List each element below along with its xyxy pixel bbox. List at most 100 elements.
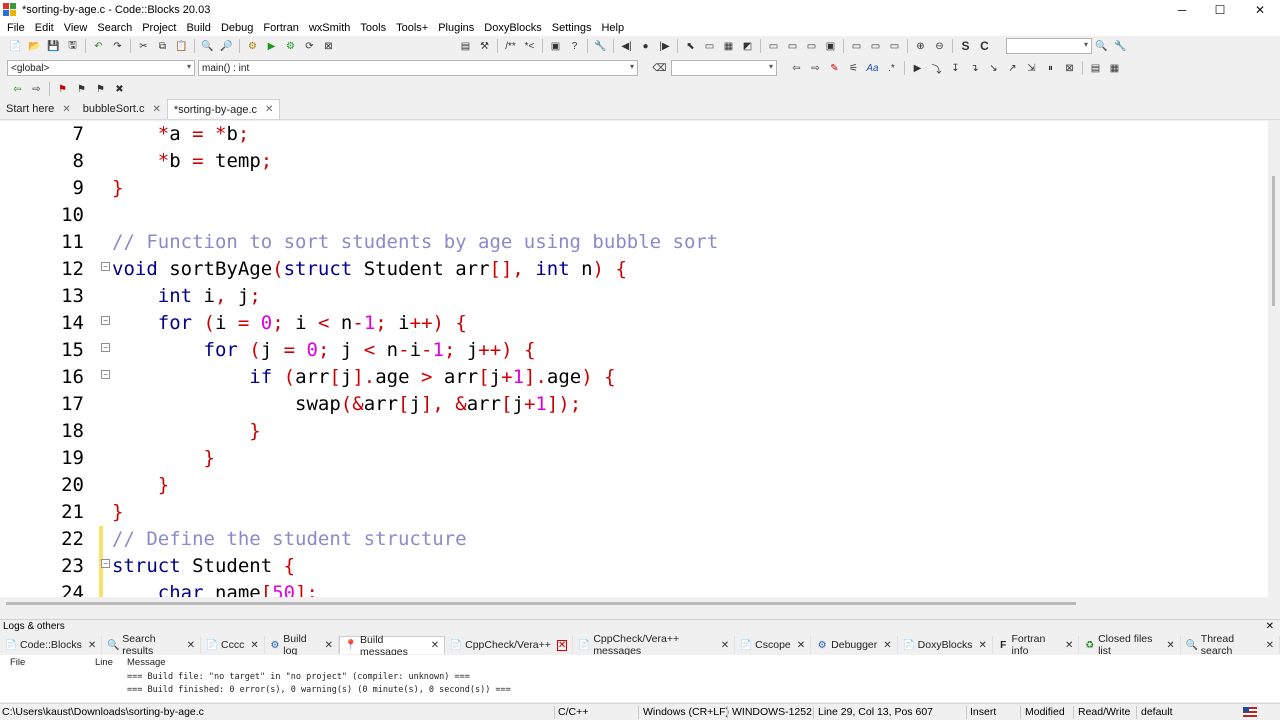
- save-icon[interactable]: 💾: [46, 39, 62, 53]
- close-tab-icon[interactable]: ✕: [883, 640, 891, 651]
- editor-horizontal-scrollbar[interactable]: [0, 597, 1268, 609]
- settings-search-icon[interactable]: 🔧: [1113, 39, 1129, 53]
- wx-box-3-icon[interactable]: ▭: [887, 39, 903, 53]
- wx-sizer-2-icon[interactable]: ▭: [785, 39, 801, 53]
- open-file-icon[interactable]: 📂: [27, 39, 43, 53]
- close-tab-icon[interactable]: ✕: [88, 640, 96, 651]
- menu-debug[interactable]: Debug: [216, 22, 258, 34]
- build-and-run-icon[interactable]: ⚙: [283, 39, 299, 53]
- step-forward-icon[interactable]: |▶: [657, 39, 673, 53]
- close-tab-icon[interactable]: ✕: [325, 640, 333, 651]
- bookmark-prev-flag-icon[interactable]: ⚑: [74, 82, 90, 96]
- close-tab-icon[interactable]: ✕: [721, 640, 729, 651]
- line-comment-icon[interactable]: *<: [522, 39, 538, 53]
- menu-search[interactable]: Search: [92, 22, 137, 34]
- menu-edit[interactable]: Edit: [30, 22, 59, 34]
- pause-icon[interactable]: ⏸: [1043, 61, 1059, 75]
- wrench-icon[interactable]: 🔧: [593, 39, 609, 53]
- wx-dialog-icon[interactable]: ◩: [740, 39, 756, 53]
- tab-bubblesort[interactable]: bubbleSort.c ✕: [77, 99, 167, 119]
- zoom-in-icon[interactable]: ⊕: [913, 39, 929, 53]
- comment-icon[interactable]: /**: [503, 39, 519, 53]
- close-tab-icon[interactable]: ✕: [250, 640, 258, 651]
- log-tab-fortran-info[interactable]: F Fortran info ✕: [993, 633, 1080, 657]
- tab-start-here[interactable]: Start here ✕: [0, 99, 77, 119]
- debug-info-icon[interactable]: ▦: [1107, 61, 1123, 75]
- menu-tools[interactable]: Tools: [355, 22, 391, 34]
- new-file-icon[interactable]: 📄: [8, 39, 24, 53]
- editor-vertical-scrollbar[interactable]: [1268, 121, 1280, 597]
- find-icon[interactable]: 🔍: [200, 39, 216, 53]
- column-header-message[interactable]: Message: [127, 657, 166, 668]
- breakpoint-icon[interactable]: ●: [638, 39, 654, 53]
- toggle-bookmark-icon[interactable]: ⚑: [55, 82, 71, 96]
- search-symbol-icon[interactable]: 🔍: [1094, 39, 1110, 53]
- wx-sizer-3-icon[interactable]: ▭: [804, 39, 820, 53]
- close-tab-icon[interactable]: ✕: [979, 640, 987, 651]
- close-button[interactable]: ✕: [1240, 0, 1280, 20]
- log-tab-thread-search[interactable]: 🔍 Thread search ✕: [1181, 633, 1280, 657]
- debug-run-icon[interactable]: ▶: [910, 61, 926, 75]
- menu-view[interactable]: View: [59, 22, 93, 34]
- fold-toggle-icon[interactable]: −: [101, 343, 110, 352]
- menu-fortran[interactable]: Fortran: [258, 22, 303, 34]
- tab-sorting-by-age[interactable]: *sorting-by-age.c ✕: [166, 99, 281, 119]
- close-tab-icon[interactable]: ✕: [1065, 640, 1073, 651]
- c-symbol-icon[interactable]: C: [977, 39, 993, 53]
- menu-settings[interactable]: Settings: [547, 22, 597, 34]
- s-symbol-icon[interactable]: S: [958, 39, 974, 53]
- back-arrow-icon[interactable]: ⇦: [789, 61, 805, 75]
- close-tab-icon[interactable]: ✕: [1166, 640, 1174, 651]
- column-header-line[interactable]: Line: [95, 657, 113, 668]
- fold-toggle-icon[interactable]: −: [101, 370, 110, 379]
- extract-icon[interactable]: ▣: [548, 39, 564, 53]
- run-icon[interactable]: ▶: [264, 39, 280, 53]
- help-icon[interactable]: ?: [567, 39, 583, 53]
- wx-box-1-icon[interactable]: ▭: [849, 39, 865, 53]
- undo-icon[interactable]: ↶: [91, 39, 107, 53]
- close-tab-icon[interactable]: ✕: [62, 104, 70, 115]
- log-tab-cscope[interactable]: 📄 Cscope ✕: [735, 636, 812, 654]
- build-messages-list[interactable]: File Line Message === Build file: "no ta…: [0, 655, 1280, 702]
- menu-plugins[interactable]: Plugins: [433, 22, 479, 34]
- cut-icon[interactable]: ✂: [136, 39, 152, 53]
- log-tab-debugger[interactable]: ⚙ Debugger ✕: [811, 636, 898, 654]
- fold-toggle-icon[interactable]: −: [101, 316, 110, 325]
- menu-help[interactable]: Help: [596, 22, 629, 34]
- build-gear-icon[interactable]: ⚙: [245, 39, 261, 53]
- menu-build[interactable]: Build: [181, 22, 215, 34]
- frame-icon[interactable]: ▭: [702, 39, 718, 53]
- step-into-instr-icon[interactable]: ⇲: [1024, 61, 1040, 75]
- wx-box-2-icon[interactable]: ▭: [868, 39, 884, 53]
- column-header-file[interactable]: File: [10, 657, 25, 668]
- bookmark-next-flag-icon[interactable]: ⚑: [93, 82, 109, 96]
- scrollbar-thumb[interactable]: [1272, 176, 1275, 306]
- function-scope-combo[interactable]: main() : int ▾: [198, 60, 638, 76]
- rebuild-icon[interactable]: ⟳: [302, 39, 318, 53]
- log-tab-codeblocks[interactable]: 📄 Code::Blocks ✕: [0, 636, 103, 654]
- log-tab-build-messages[interactable]: 📍 Build messages ✕: [339, 634, 446, 658]
- log-tab-cccc[interactable]: 📄 Cccc ✕: [201, 636, 265, 654]
- close-tab-icon[interactable]: ✕: [431, 640, 439, 651]
- menu-project[interactable]: Project: [137, 22, 181, 34]
- maximize-button[interactable]: ☐: [1200, 0, 1240, 20]
- wx-sizer-1-icon[interactable]: ▭: [766, 39, 782, 53]
- menu-wxsmith[interactable]: wxSmith: [304, 22, 356, 34]
- code-editor[interactable]: 7 *a = *b; 8 *b = temp; 9 } 10 11 // Fun…: [0, 121, 1268, 597]
- run-to-cursor-icon[interactable]: ⤵: [929, 61, 945, 76]
- clear-bookmarks-icon[interactable]: ✖: [112, 82, 128, 96]
- wx-sizer-4-icon[interactable]: ▣: [823, 39, 839, 53]
- menu-file[interactable]: File: [2, 22, 30, 34]
- close-tab-icon[interactable]: ✕: [1266, 640, 1274, 651]
- pointer-icon[interactable]: ⬉: [683, 39, 699, 53]
- build-message-row[interactable]: === Build finished: 0 error(s), 0 warnin…: [127, 685, 511, 695]
- forward-arrow-icon[interactable]: ⇨: [808, 61, 824, 75]
- select-icon[interactable]: ⚟: [846, 61, 862, 75]
- highlight-icon[interactable]: ✎: [827, 61, 843, 75]
- step-into-icon[interactable]: ↘: [986, 61, 1002, 75]
- font-icon[interactable]: Aa: [865, 61, 881, 75]
- close-tab-icon[interactable]: ✕: [152, 104, 160, 115]
- log-tab-doxyblocks[interactable]: 📄 DoxyBlocks ✕: [898, 636, 993, 654]
- close-tab-icon[interactable]: ✕: [556, 639, 568, 651]
- next-instruction-icon[interactable]: ↴: [967, 61, 983, 75]
